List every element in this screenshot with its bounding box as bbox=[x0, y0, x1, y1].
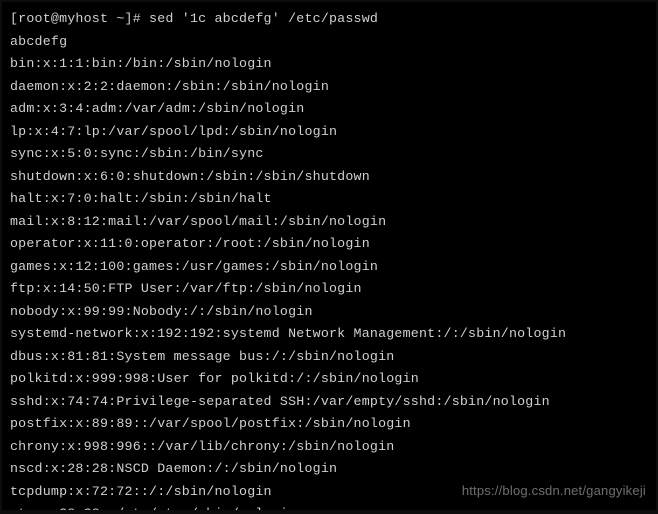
terminal-line: ftp:x:14:50:FTP User:/var/ftp:/sbin/nolo… bbox=[10, 278, 648, 301]
terminal-line: adm:x:3:4:adm:/var/adm:/sbin/nologin bbox=[10, 98, 648, 121]
terminal-line: lp:x:4:7:lp:/var/spool/lpd:/sbin/nologin bbox=[10, 121, 648, 144]
terminal-line: chrony:x:998:996::/var/lib/chrony:/sbin/… bbox=[10, 436, 648, 459]
terminal-line: ntp:x:38:38::/etc/ntp:/sbin/nologin bbox=[10, 503, 648, 510]
terminal-line: halt:x:7:0:halt:/sbin:/sbin/halt bbox=[10, 188, 648, 211]
terminal-line: abcdefg bbox=[10, 31, 648, 54]
terminal-line: postfix:x:89:89::/var/spool/postfix:/sbi… bbox=[10, 413, 648, 436]
terminal-line: systemd-network:x:192:192:systemd Networ… bbox=[10, 323, 648, 346]
terminal-line: shutdown:x:6:0:shutdown:/sbin:/sbin/shut… bbox=[10, 166, 648, 189]
terminal-line: [root@myhost ~]# sed '1c abcdefg' /etc/p… bbox=[10, 8, 648, 31]
terminal-line: games:x:12:100:games:/usr/games:/sbin/no… bbox=[10, 256, 648, 279]
terminal-line: dbus:x:81:81:System message bus:/:/sbin/… bbox=[10, 346, 648, 369]
terminal-line: mail:x:8:12:mail:/var/spool/mail:/sbin/n… bbox=[10, 211, 648, 234]
terminal-line: bin:x:1:1:bin:/bin:/sbin/nologin bbox=[10, 53, 648, 76]
terminal-window[interactable]: [root@myhost ~]# sed '1c abcdefg' /etc/p… bbox=[2, 2, 656, 510]
terminal-line: nscd:x:28:28:NSCD Daemon:/:/sbin/nologin bbox=[10, 458, 648, 481]
watermark-text: https://blog.csdn.net/gangyikeji bbox=[462, 483, 646, 498]
terminal-line: sshd:x:74:74:Privilege-separated SSH:/va… bbox=[10, 391, 648, 414]
terminal-line: nobody:x:99:99:Nobody:/:/sbin/nologin bbox=[10, 301, 648, 324]
terminal-line: polkitd:x:999:998:User for polkitd:/:/sb… bbox=[10, 368, 648, 391]
terminal-line: daemon:x:2:2:daemon:/sbin:/sbin/nologin bbox=[10, 76, 648, 99]
terminal-line: operator:x:11:0:operator:/root:/sbin/nol… bbox=[10, 233, 648, 256]
terminal-line: sync:x:5:0:sync:/sbin:/bin/sync bbox=[10, 143, 648, 166]
